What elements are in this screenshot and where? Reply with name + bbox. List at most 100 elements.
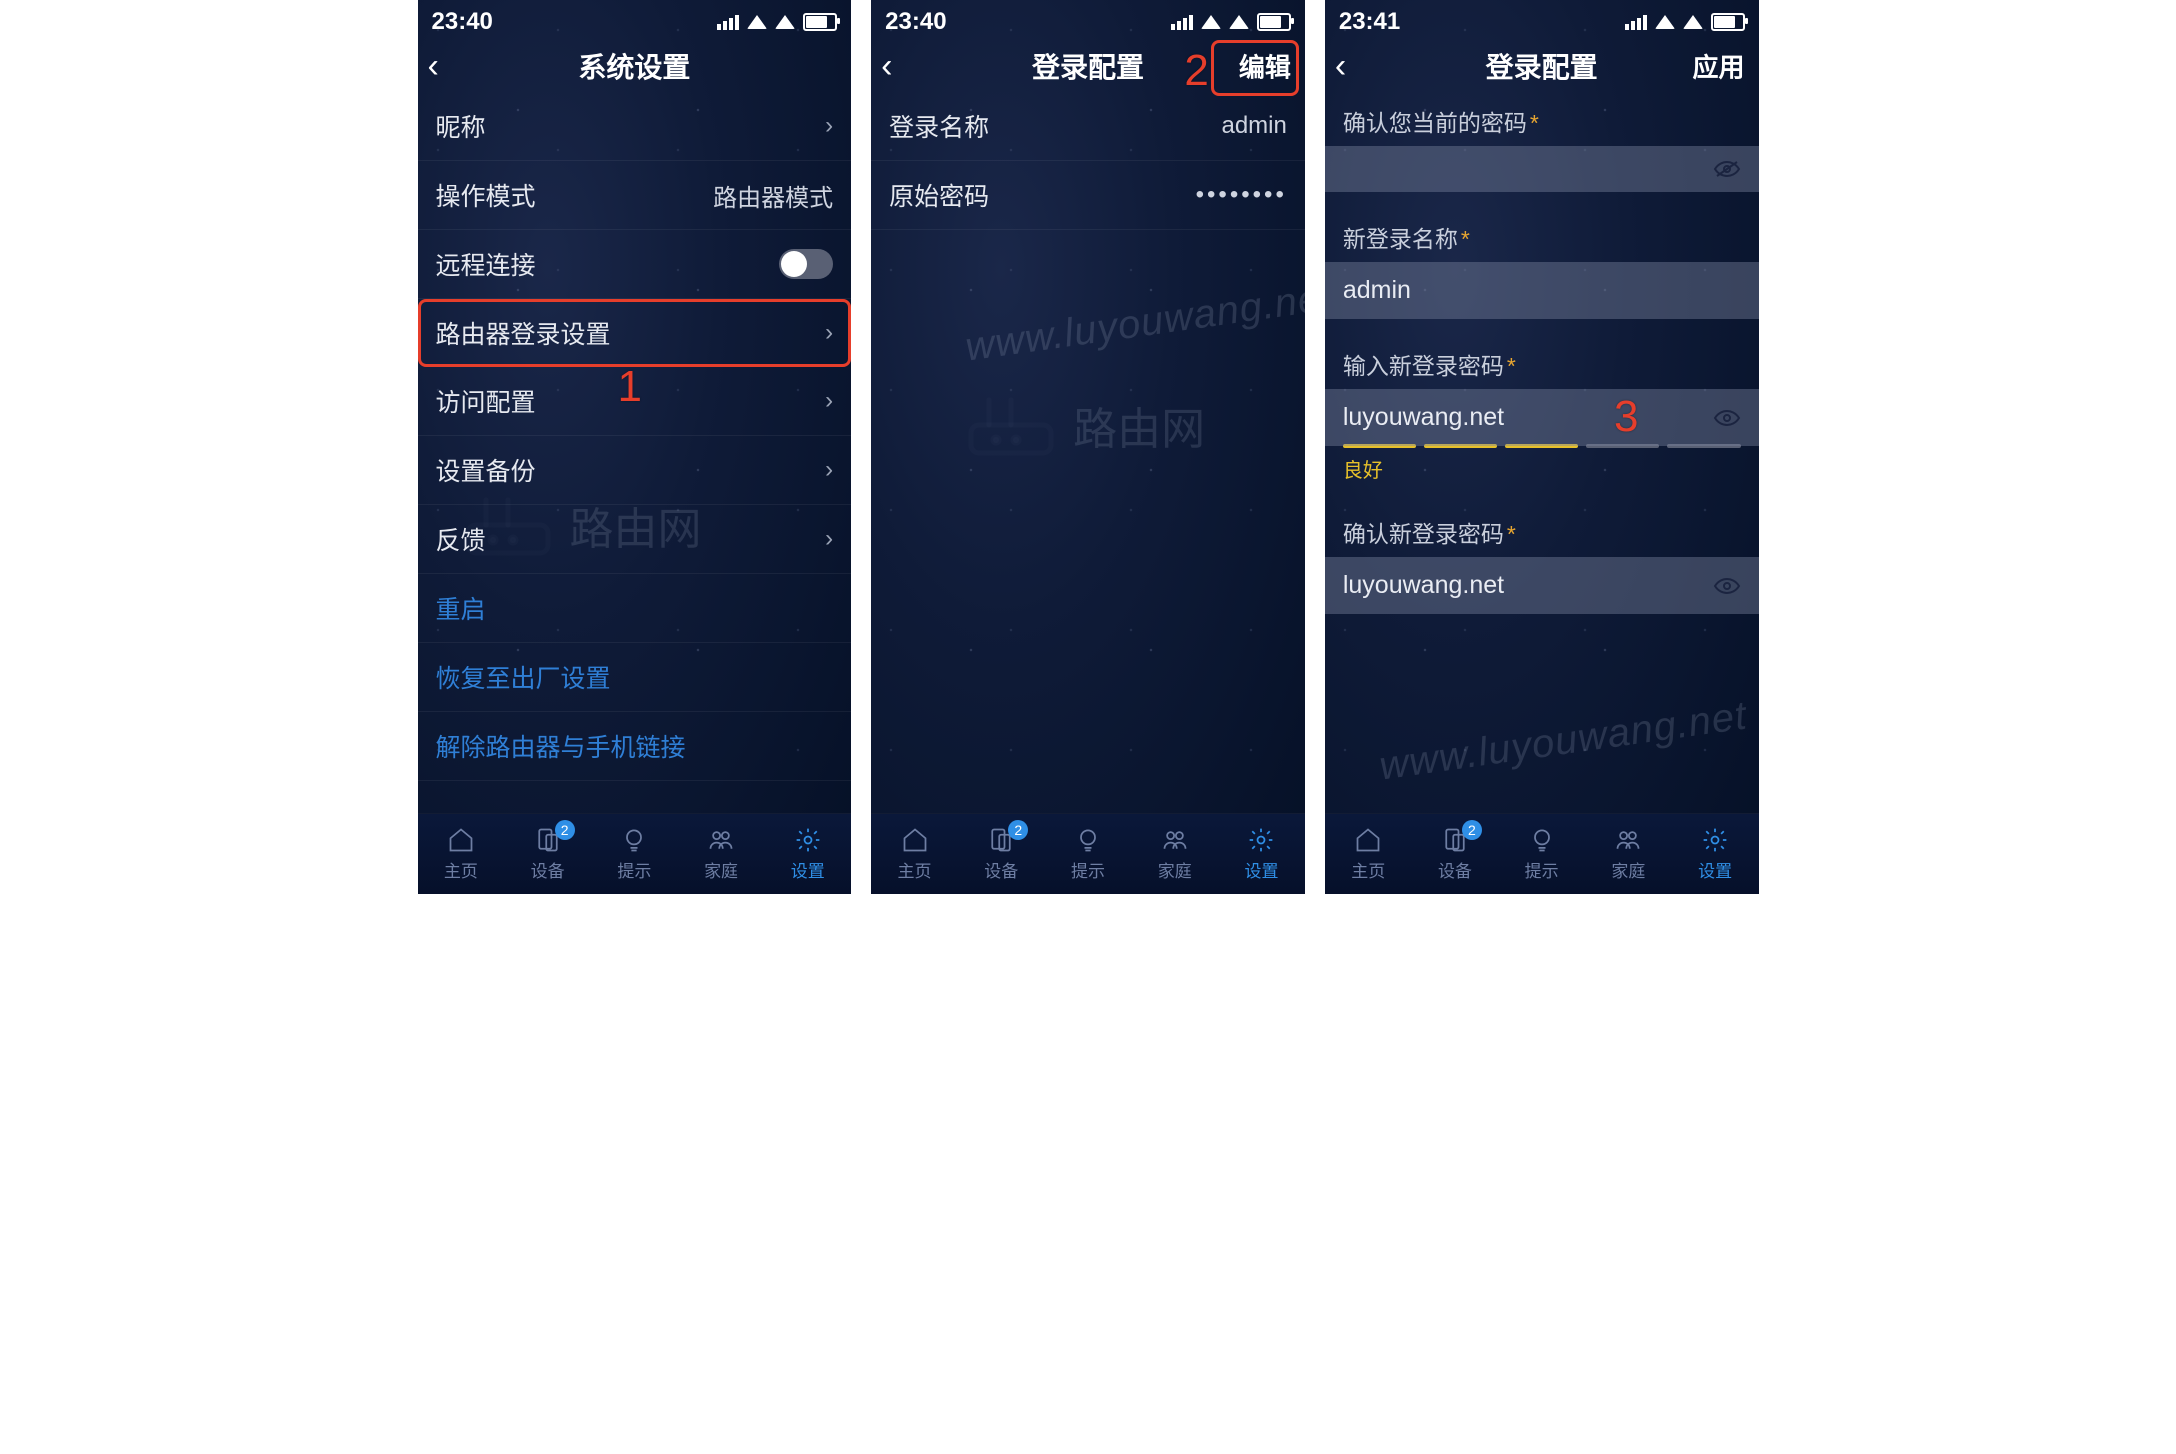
tab-settings[interactable]: 设置 (1672, 814, 1759, 894)
row-label: 远程连接 (436, 246, 536, 282)
tab-home[interactable]: 主页 (418, 814, 505, 894)
row-nickname[interactable]: 昵称 › (418, 92, 852, 161)
tab-tips[interactable]: 提示 (1045, 814, 1132, 894)
tab-label: 提示 (1525, 857, 1559, 882)
screenshot-3: 23:41 ‹ 登录配置 应用 确认您当前的密码* (1325, 0, 1759, 894)
row-mode[interactable]: 操作模式 路由器模式 (418, 161, 852, 230)
eye-icon[interactable] (1713, 409, 1741, 427)
status-bar: 23:40 (871, 0, 1305, 40)
tab-home[interactable]: 主页 (871, 814, 958, 894)
row-feedback[interactable]: 反馈 › (418, 505, 852, 574)
required-star: * (1530, 110, 1539, 136)
back-button[interactable]: ‹ (428, 49, 439, 83)
field-confirm-password[interactable]: luyouwang.net (1325, 557, 1759, 614)
row-reboot[interactable]: 重启 (418, 574, 852, 643)
annotation-step-3: 3 (1614, 392, 1638, 442)
settings-list: 昵称 › 操作模式 路由器模式 远程连接 路由器登录设置 › 访问配置 › 设置… (418, 92, 852, 781)
signal-alt-icon (1655, 15, 1675, 29)
tab-devices[interactable]: 设备 2 (1412, 814, 1499, 894)
row-label: 设置备份 (436, 452, 536, 488)
battery-icon (1711, 13, 1745, 31)
status-icons (717, 13, 837, 31)
field-value: admin (1343, 276, 1411, 305)
row-factory-reset[interactable]: 恢复至出厂设置 (418, 643, 852, 712)
status-bar: 23:40 (418, 0, 852, 40)
signal-icon (1625, 15, 1647, 30)
status-time: 23:40 (885, 8, 946, 36)
field-new-password[interactable]: luyouwang.net (1325, 389, 1759, 446)
label-new-password: 输入新登录密码* (1325, 335, 1759, 389)
devices-badge: 2 (1462, 820, 1482, 840)
page-title: 登录配置 (1032, 46, 1144, 86)
tab-family[interactable]: 家庭 (678, 814, 765, 894)
tab-label: 主页 (444, 857, 478, 882)
watermark-logo: 路由网 (961, 390, 1205, 460)
eye-icon[interactable] (1713, 577, 1741, 595)
label-confirm-current: 确认您当前的密码* (1325, 92, 1759, 146)
tab-tips[interactable]: 提示 (1498, 814, 1585, 894)
required-star: * (1507, 353, 1516, 379)
tab-family[interactable]: 家庭 (1131, 814, 1218, 894)
tab-label: 家庭 (1611, 857, 1645, 882)
back-button[interactable]: ‹ (1335, 49, 1346, 83)
tab-label: 主页 (1351, 857, 1385, 882)
status-time: 23:41 (1339, 8, 1400, 36)
row-label: 解除路由器与手机链接 (436, 728, 686, 764)
apply-button[interactable]: 应用 (1693, 48, 1745, 85)
tab-settings[interactable]: 设置 (1218, 814, 1305, 894)
status-time: 23:40 (432, 8, 493, 36)
row-label: 访问配置 (436, 383, 536, 419)
remote-toggle[interactable] (779, 249, 833, 279)
row-label: 操作模式 (436, 177, 536, 213)
annotation-step-1: 1 (618, 362, 642, 412)
tab-tips[interactable]: 提示 (591, 814, 678, 894)
battery-icon (803, 13, 837, 31)
tab-family[interactable]: 家庭 (1585, 814, 1672, 894)
row-label: 重启 (436, 590, 486, 626)
watermark-url: www.luyouwang.net (1377, 693, 1750, 789)
row-router-login[interactable]: 路由器登录设置 › (418, 299, 852, 367)
tab-devices[interactable]: 设备 2 (958, 814, 1045, 894)
tab-label: 设置 (1698, 857, 1732, 882)
tab-devices[interactable]: 设备 2 (504, 814, 591, 894)
tab-label: 设备 (984, 857, 1018, 882)
chevron-right-icon: › (825, 112, 833, 140)
row-value: •••••••• (1196, 181, 1287, 209)
row-orig-password: 原始密码 •••••••• (871, 161, 1305, 230)
wifi-icon (775, 15, 795, 29)
password-strength-text: 良好 (1325, 448, 1759, 483)
tab-label: 家庭 (704, 857, 738, 882)
wifi-icon (1683, 15, 1703, 29)
page-title: 登录配置 (1486, 46, 1598, 86)
page-title: 系统设置 (578, 46, 690, 86)
tab-home[interactable]: 主页 (1325, 814, 1412, 894)
watermark-url: www.luyouwang.net (963, 274, 1305, 370)
label-new-login: 新登录名称* (1325, 208, 1759, 262)
eye-off-icon[interactable] (1713, 160, 1741, 178)
tab-label: 设备 (531, 857, 565, 882)
tab-settings[interactable]: 设置 (764, 814, 851, 894)
tab-label: 主页 (898, 857, 932, 882)
row-remote: 远程连接 (418, 230, 852, 299)
tab-bar: 主页 设备 2 提示 家庭 设置 (1325, 813, 1759, 894)
tab-bar: 主页 设备 2 提示 家庭 设置 (418, 813, 852, 894)
battery-icon (1257, 13, 1291, 31)
field-value: luyouwang.net (1343, 571, 1504, 600)
status-icons (1171, 13, 1291, 31)
tab-label: 家庭 (1158, 857, 1192, 882)
tab-label: 提示 (617, 857, 651, 882)
row-backup[interactable]: 设置备份 › (418, 436, 852, 505)
status-bar: 23:41 (1325, 0, 1759, 40)
field-new-login[interactable]: admin (1325, 262, 1759, 319)
field-confirm-current[interactable] (1325, 146, 1759, 192)
signal-icon (1171, 15, 1193, 30)
back-button[interactable]: ‹ (881, 49, 892, 83)
row-unlink[interactable]: 解除路由器与手机链接 (418, 712, 852, 781)
signal-alt-icon (747, 15, 767, 29)
navbar: ‹ 登录配置 编辑 (871, 40, 1305, 92)
row-label: 昵称 (436, 108, 486, 144)
edit-button[interactable]: 编辑 (1239, 48, 1291, 85)
field-value: luyouwang.net (1343, 403, 1504, 432)
login-form: 确认您当前的密码* 新登录名称* admin 输入新登录密码* luyouwan… (1325, 92, 1759, 614)
row-label: 恢复至出厂设置 (436, 659, 611, 695)
